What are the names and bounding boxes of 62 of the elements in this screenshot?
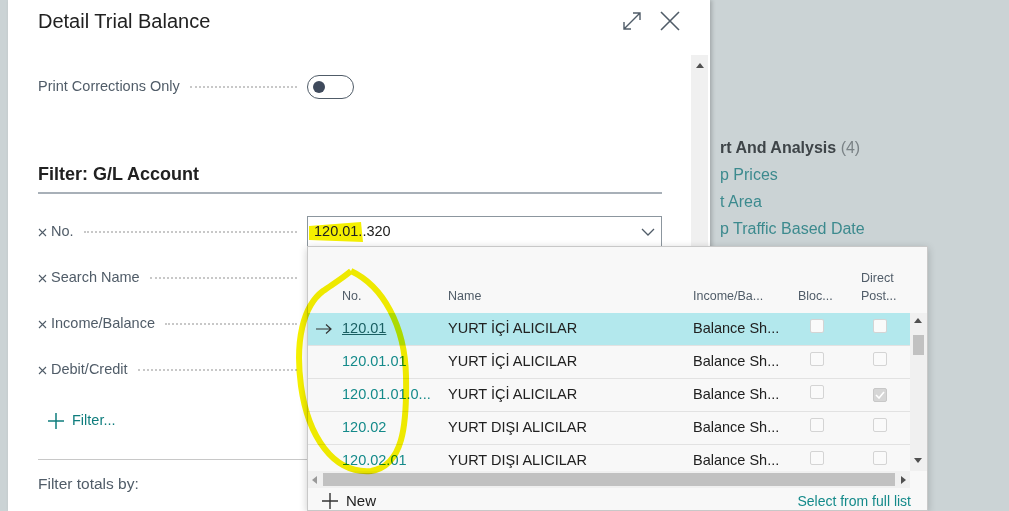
- scrollbar[interactable]: [308, 471, 910, 488]
- checkbox[interactable]: [810, 352, 824, 367]
- table-cell-text: YURT İÇİ ALICILAR: [448, 352, 579, 372]
- checkbox[interactable]: [873, 352, 887, 367]
- table-cell-text: YURT DIŞI ALICILAR: [448, 451, 588, 471]
- new-link[interactable]: New: [322, 490, 376, 510]
- column-header[interactable]: Income/Ba...: [693, 286, 798, 305]
- remove-icon[interactable]: [38, 365, 47, 375]
- count-label: (4): [840, 139, 861, 156]
- table-row[interactable]: 120.02 YURT DIŞI ALICILAR Balance Sh...: [308, 412, 910, 445]
- table-cell-text: Balance Sh...: [693, 385, 781, 405]
- scroll-left-icon[interactable]: [312, 475, 317, 484]
- remove-icon[interactable]: [38, 227, 47, 237]
- scrollbar-thumb[interactable]: [323, 473, 895, 486]
- scrollbar[interactable]: [910, 313, 927, 471]
- account-link[interactable]: 120.02: [342, 417, 448, 439]
- dialog-title: Detail Trial Balance: [38, 9, 212, 34]
- checkbox[interactable]: [873, 451, 887, 466]
- close-icon[interactable]: [660, 11, 680, 31]
- option-label: Print Corrections Only: [38, 77, 180, 97]
- add-filter-link[interactable]: Filter...: [48, 410, 116, 432]
- column-header[interactable]: Direct Post...: [861, 268, 901, 305]
- checkbox[interactable]: [810, 319, 824, 334]
- full-list-link[interactable]: Select from full list: [797, 490, 911, 510]
- toggle-switch[interactable]: [307, 75, 354, 99]
- filter-label: Debit/Credit: [51, 360, 128, 380]
- checkbox[interactable]: [810, 418, 824, 433]
- table-cell-text: Balance Sh...: [693, 451, 781, 471]
- table-cell-text: Balance Sh...: [693, 319, 781, 339]
- expand-icon[interactable]: [622, 11, 642, 31]
- column-header[interactable]: Bloc...: [798, 286, 861, 305]
- section-label: Filter totals by:: [38, 473, 140, 494]
- arrow-right-icon: [316, 324, 332, 334]
- filter-label: No.: [51, 222, 74, 242]
- remove-icon[interactable]: [38, 319, 47, 329]
- scroll-down-icon[interactable]: [914, 458, 922, 463]
- scroll-up-icon[interactable]: [914, 318, 922, 323]
- checkbox[interactable]: [873, 388, 887, 403]
- checkbox[interactable]: [810, 385, 824, 400]
- table-cell-text: Balance Sh...: [693, 352, 781, 372]
- checkbox[interactable]: [873, 418, 887, 433]
- remove-icon[interactable]: [38, 273, 47, 283]
- plus-icon: [322, 493, 338, 510]
- column-header[interactable]: Name: [448, 286, 693, 305]
- plus-icon: [48, 412, 64, 429]
- column-header[interactable]: No.: [342, 286, 448, 305]
- chevron-down-icon[interactable]: [641, 228, 655, 236]
- table-cell-text: Balance Sh...: [693, 418, 781, 438]
- checkbox[interactable]: [873, 319, 887, 334]
- table-cell-text: YURT DIŞI ALICILAR: [448, 418, 588, 438]
- filter-label: Search Name: [51, 268, 140, 288]
- account-link[interactable]: 120.01: [342, 318, 448, 340]
- section-title: rt And Analysis: [720, 139, 837, 156]
- scroll-right-icon[interactable]: [901, 475, 906, 484]
- table-cell-text: YURT İÇİ ALICILAR: [448, 385, 579, 405]
- scrollbar-thumb[interactable]: [913, 335, 924, 355]
- table-row[interactable]: 120.01 YURT İÇİ ALICILAR Balance Sh...: [308, 313, 910, 346]
- scroll-up-icon[interactable]: [695, 63, 704, 68]
- table-cell-text: YURT İÇİ ALICILAR: [448, 319, 579, 339]
- checkbox[interactable]: [810, 451, 824, 466]
- filter-label: Income/Balance: [51, 314, 155, 334]
- section-heading: Filter: G/L Account: [38, 161, 662, 194]
